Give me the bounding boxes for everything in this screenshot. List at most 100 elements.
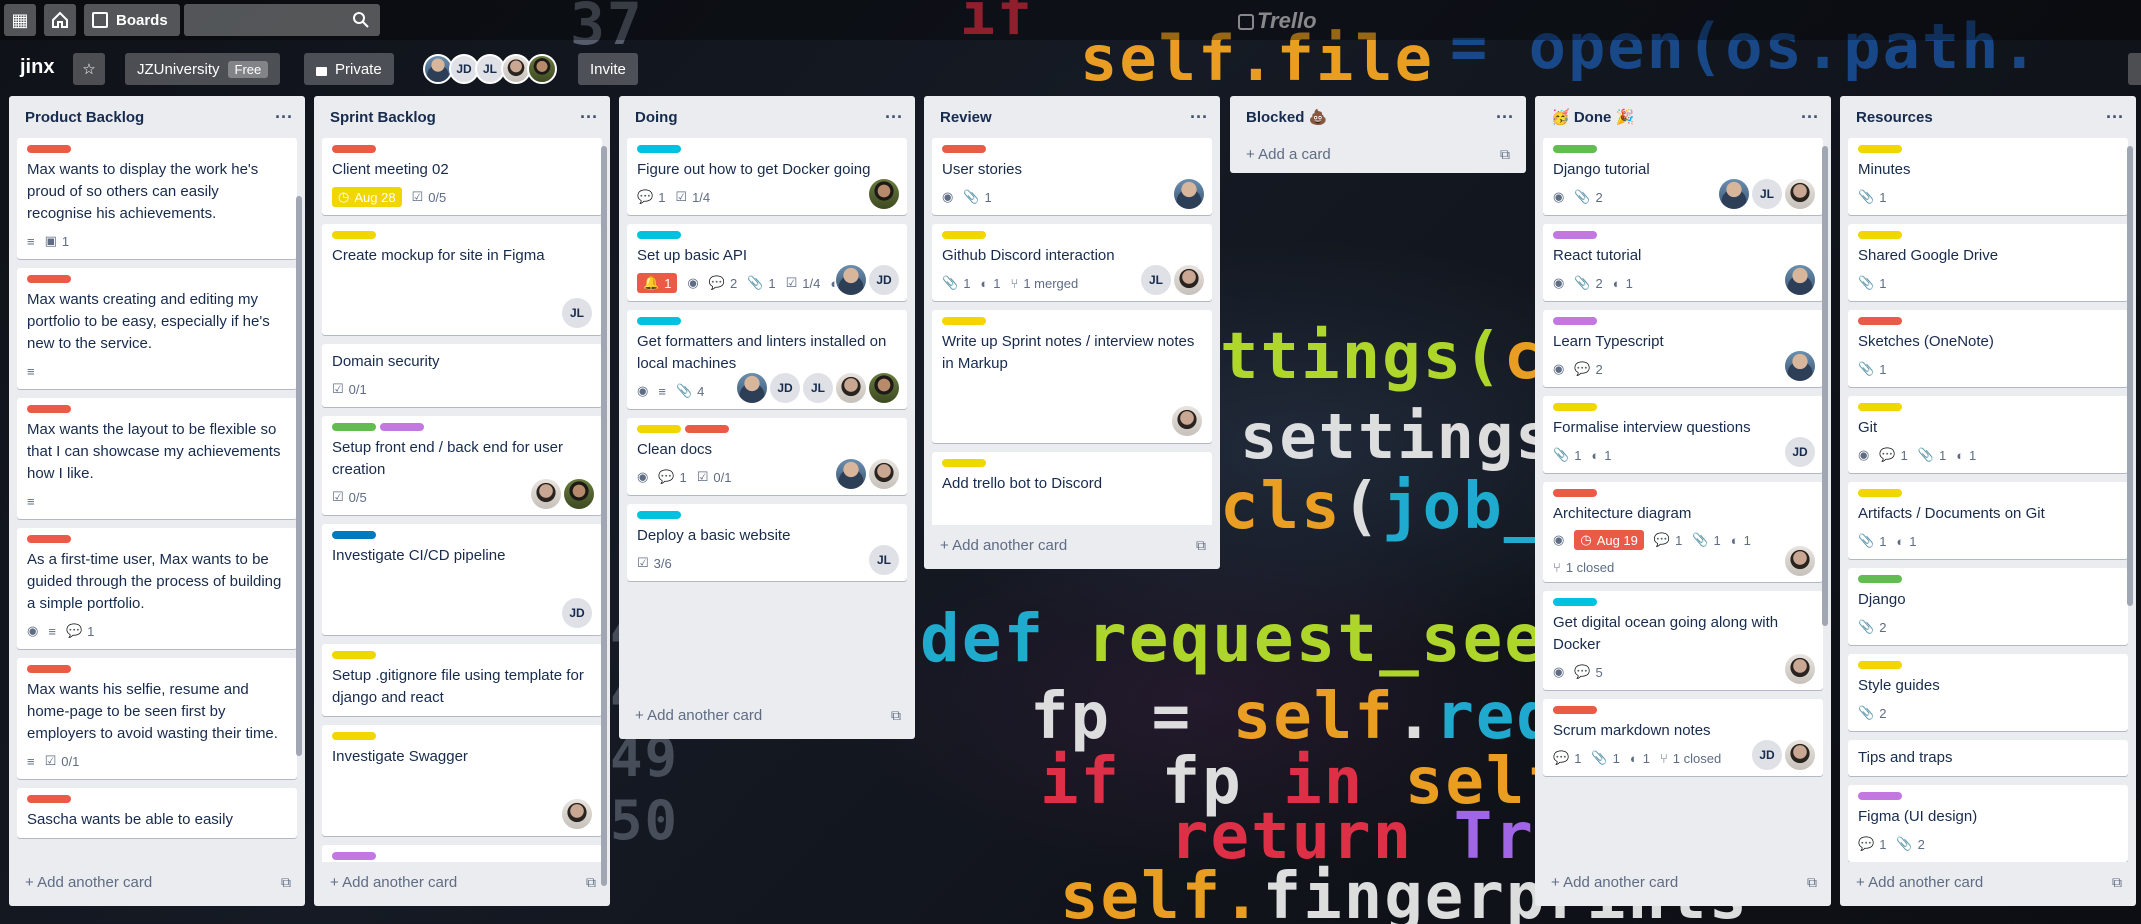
member-avatar[interactable]: JD [770, 373, 800, 403]
card-label[interactable] [332, 732, 376, 740]
member-avatar[interactable] [1719, 179, 1749, 209]
board-title[interactable]: jinx [20, 56, 54, 79]
list-title[interactable]: 🥳 Done 🎉 [1551, 108, 1634, 126]
list-title[interactable]: Product Backlog [25, 109, 144, 126]
add-card-button[interactable]: + Add another card ⧉ [619, 695, 915, 735]
card-label[interactable] [685, 425, 729, 433]
card[interactable]: Style guides 📎 2 [1848, 654, 2128, 731]
list-header[interactable]: Review ··· [924, 96, 1220, 138]
card[interactable]: Figure out how to get Docker going 💬 1 ☑ 1/4 [627, 138, 907, 215]
member-avatar[interactable] [869, 459, 899, 489]
card[interactable]: Max wants to display the work he's proud… [17, 138, 297, 259]
card-label[interactable] [637, 145, 681, 153]
card-label[interactable] [27, 275, 71, 283]
card-label[interactable] [1553, 403, 1597, 411]
member-avatar[interactable]: JL [562, 298, 592, 328]
member-avatar[interactable] [562, 799, 592, 829]
member-avatar[interactable] [1174, 179, 1204, 209]
card-template-icon[interactable]: ⧉ [1807, 874, 1817, 891]
member-avatar[interactable]: JD [1785, 437, 1815, 467]
add-card-button[interactable]: + Add another card ⧉ [1840, 862, 2136, 902]
card[interactable]: Write up Sprint notes / interview notes … [932, 310, 1212, 443]
card[interactable]: Max wants the layout to be flexible so t… [17, 398, 297, 519]
list-menu-icon[interactable]: ··· [1190, 107, 1208, 128]
card[interactable]: Add trello bot to Discord [932, 452, 1212, 525]
list-header[interactable]: Blocked 💩 ··· [1230, 96, 1526, 138]
invite-button[interactable]: Invite [578, 53, 638, 85]
card[interactable]: Django 📎 2 [1848, 568, 2128, 645]
list-title[interactable]: Blocked 💩 [1246, 108, 1327, 126]
member-avatar[interactable] [564, 479, 594, 509]
card-label[interactable] [637, 231, 681, 239]
member-avatar[interactable]: JD [562, 598, 592, 628]
card[interactable]: Tips and traps [1848, 740, 2128, 776]
card[interactable]: Get digital ocean going along with Docke… [1543, 591, 1823, 690]
list-menu-icon[interactable]: ··· [1496, 107, 1514, 128]
member-avatar[interactable]: JL [803, 373, 833, 403]
card[interactable]: Client meeting 02 ◷ Aug 28 ☑ 0/5 [322, 138, 602, 215]
card-label[interactable] [1858, 403, 1902, 411]
card-label[interactable] [1553, 598, 1597, 606]
list-menu-icon[interactable]: ··· [885, 107, 903, 128]
list-header[interactable]: Doing ··· [619, 96, 915, 138]
card-label[interactable] [1553, 489, 1597, 497]
list-header[interactable]: Product Backlog ··· [9, 96, 305, 138]
card-template-icon[interactable]: ⧉ [586, 874, 596, 891]
list-title[interactable]: Sprint Backlog [330, 109, 436, 126]
apps-button[interactable]: ▦ [4, 4, 36, 36]
add-card-button[interactable]: + Add another card ⧉ [1535, 862, 1831, 902]
member-avatar[interactable] [1785, 740, 1815, 770]
card-label[interactable] [1553, 706, 1597, 714]
card[interactable]: Create mockup for site in Figma JL [322, 224, 602, 335]
card-label[interactable] [1553, 145, 1597, 153]
list-menu-icon[interactable]: ··· [275, 107, 293, 128]
card-template-icon[interactable]: ⧉ [1196, 537, 1206, 554]
card-label[interactable] [942, 317, 986, 325]
card[interactable]: Investigate Swagger [322, 725, 602, 836]
card-label[interactable] [332, 531, 376, 539]
card[interactable]: Minutes 📎 1 [1848, 138, 2128, 215]
card[interactable]: Scrum markdown notes 💬 1 📎 1 ◐ 1 ⑂ 1 closed JD [1543, 699, 1823, 776]
list-scrollbar[interactable] [1822, 146, 1828, 626]
add-card-button[interactable]: + Add a card ⧉ [1238, 138, 1518, 170]
card-label[interactable] [942, 231, 986, 239]
member-avatar[interactable] [1785, 546, 1815, 576]
card-label[interactable] [1858, 317, 1902, 325]
list-title[interactable]: Resources [1856, 109, 1933, 126]
card-label[interactable] [637, 425, 681, 433]
member-avatar[interactable] [836, 265, 866, 295]
card[interactable]: Github Discord interaction 📎 1 ◐ 1 ⑂ 1 merged J… [932, 224, 1212, 301]
card[interactable]: Formalise interview questions 📎 1 ◐ 1 JD [1543, 396, 1823, 473]
card-template-icon[interactable]: ⧉ [2112, 874, 2122, 891]
member-avatar[interactable] [869, 373, 899, 403]
card[interactable]: Set up basic API🔔1◉💬2📎1☑1/4◐1JD [627, 224, 907, 301]
card[interactable]: Sascha wants be able to easily [17, 788, 297, 838]
card[interactable]: Clean docs ◉ 💬 1 ☑ 0/1 [627, 418, 907, 495]
card-label[interactable] [1858, 575, 1902, 583]
card[interactable]: Shared Google Drive 📎 1 [1848, 224, 2128, 301]
list-header[interactable]: Resources ··· [1840, 96, 2136, 138]
list-scrollbar[interactable] [2127, 146, 2133, 606]
card[interactable]: Setup front end / back end for user crea… [322, 416, 602, 515]
card-label[interactable] [27, 145, 71, 153]
card[interactable]: User stories ◉ 📎 1 [932, 138, 1212, 215]
list-header[interactable]: Sprint Backlog ··· [314, 96, 610, 138]
card-label[interactable] [1858, 661, 1902, 669]
boards-button[interactable]: Boards [84, 4, 180, 36]
member-avatar[interactable] [836, 373, 866, 403]
member-avatar[interactable]: JL [1141, 265, 1171, 295]
card[interactable]: React tutorial ◉ 📎 2 ◐ 1 [1543, 224, 1823, 301]
card-label[interactable] [637, 317, 681, 325]
card-template-icon[interactable]: ⧉ [891, 707, 901, 724]
member-avatar[interactable] [531, 479, 561, 509]
card[interactable]: Gatsby◷Sep 6≡ [322, 845, 602, 862]
member-avatar[interactable] [1174, 265, 1204, 295]
list-menu-icon[interactable]: ··· [2106, 107, 2124, 128]
card[interactable]: Git ◉ 💬 1 📎 1 ◐ 1 [1848, 396, 2128, 473]
card-label[interactable] [637, 511, 681, 519]
card[interactable]: Get formatters and linters installed on … [627, 310, 907, 409]
card-label[interactable] [1553, 317, 1597, 325]
card-label[interactable] [1553, 231, 1597, 239]
add-card-button[interactable]: + Add another card ⧉ [924, 525, 1220, 565]
card[interactable]: Setup .gitignore file using template for… [322, 644, 602, 716]
